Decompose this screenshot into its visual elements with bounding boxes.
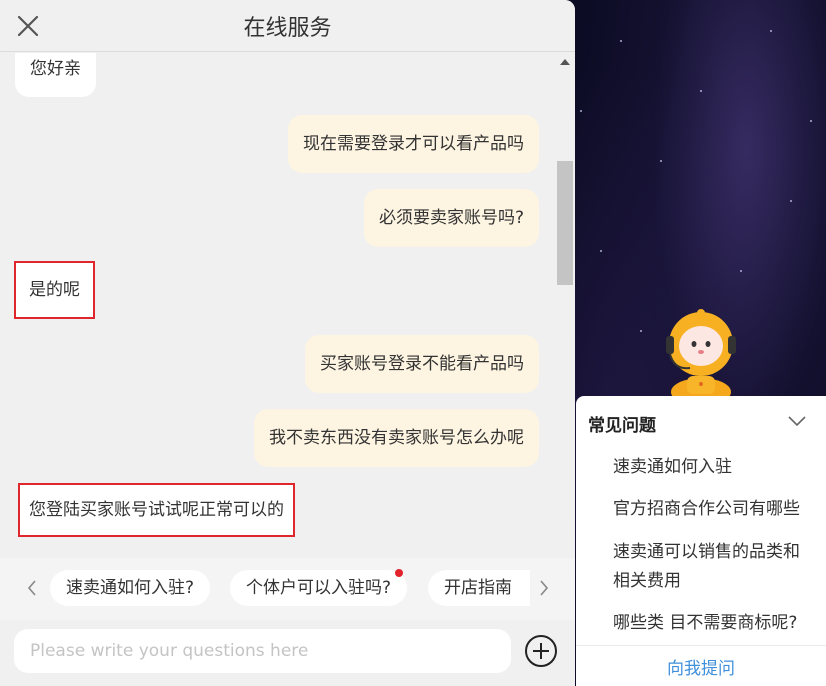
astronaut-mascot (660, 306, 742, 406)
quick-reply-label: 速卖通如何入驻? (66, 578, 195, 598)
divider (576, 645, 826, 646)
ask-me-link[interactable]: 向我提问 (576, 654, 826, 679)
agent-message: 您好亲 (15, 53, 96, 97)
faq-item[interactable]: 速卖通可以销售的品类和相关费用 (613, 538, 813, 596)
user-message: 现在需要登录才可以看产品吗 (288, 115, 539, 173)
faq-item[interactable]: 哪些类 目不需要商标呢? (613, 609, 813, 638)
chevron-right-icon[interactable] (538, 578, 550, 603)
agent-message-highlighted: 您登陆买家账号试试呢正常可以的 (18, 483, 295, 537)
composer (0, 620, 575, 686)
quick-reply-bar: 速卖通如何入驻? 个体户可以入驻吗? 开店指南 (0, 558, 575, 620)
faq-title: 常见问题 (588, 416, 656, 436)
agent-message-highlighted: 是的呢 (14, 261, 95, 319)
chat-header: 在线服务 (0, 0, 575, 52)
quick-reply-chip[interactable]: 开店指南 (428, 570, 530, 606)
plus-circle-icon[interactable] (524, 634, 558, 668)
chat-title: 在线服务 (243, 16, 332, 41)
message-list: 您好亲 现在需要登录才可以看产品吗 必须要卖家账号吗? 是的呢 买家账号登录不能… (0, 53, 555, 558)
user-message: 我不卖东西没有卖家账号怎么办呢 (254, 409, 539, 467)
quick-reply-chip[interactable]: 速卖通如何入驻? (50, 570, 211, 606)
faq-panel: 常见问题 速卖通如何入驻 官方招商合作公司有哪些 速卖通可以销售的品类和相关费用… (576, 396, 826, 686)
faq-item[interactable]: 官方招商合作公司有哪些 (613, 495, 813, 524)
scroll-thumb[interactable] (557, 161, 573, 285)
user-message: 买家账号登录不能看产品吗 (305, 335, 539, 393)
chat-window: 在线服务 您好亲 现在需要登录才可以看产品吗 必须要卖家账号吗? 是的呢 买家账… (0, 0, 575, 686)
faq-item[interactable]: 速卖通如何入驻 (613, 453, 813, 482)
message-input[interactable] (14, 629, 511, 673)
quick-reply-chip[interactable]: 个体户可以入驻吗? (230, 569, 408, 606)
scroll-up-arrow-icon[interactable] (560, 59, 570, 65)
user-message: 必须要卖家账号吗? (363, 189, 539, 247)
scrollbar[interactable] (555, 53, 575, 558)
notification-dot (395, 569, 404, 577)
chevron-left-icon[interactable] (26, 578, 38, 603)
quick-reply-label: 开店指南 (444, 578, 512, 598)
chevron-down-icon[interactable] (786, 410, 808, 432)
quick-reply-label: 个体户可以入驻吗? (246, 578, 392, 598)
